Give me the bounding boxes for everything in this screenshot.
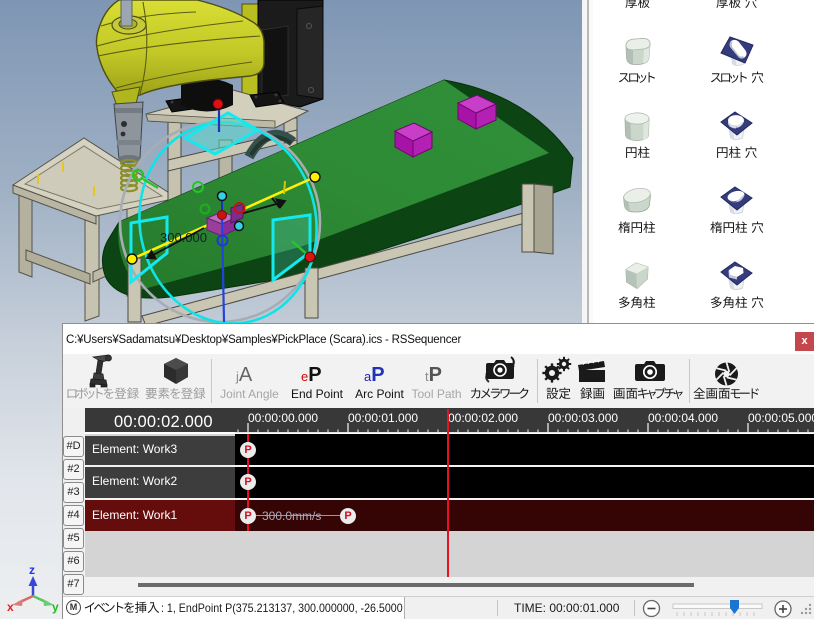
- svg-text:z: z: [29, 563, 35, 577]
- svg-text:x: x: [7, 600, 14, 614]
- svg-text:y: y: [52, 600, 59, 614]
- svg-text:300.000: 300.000: [160, 230, 207, 245]
